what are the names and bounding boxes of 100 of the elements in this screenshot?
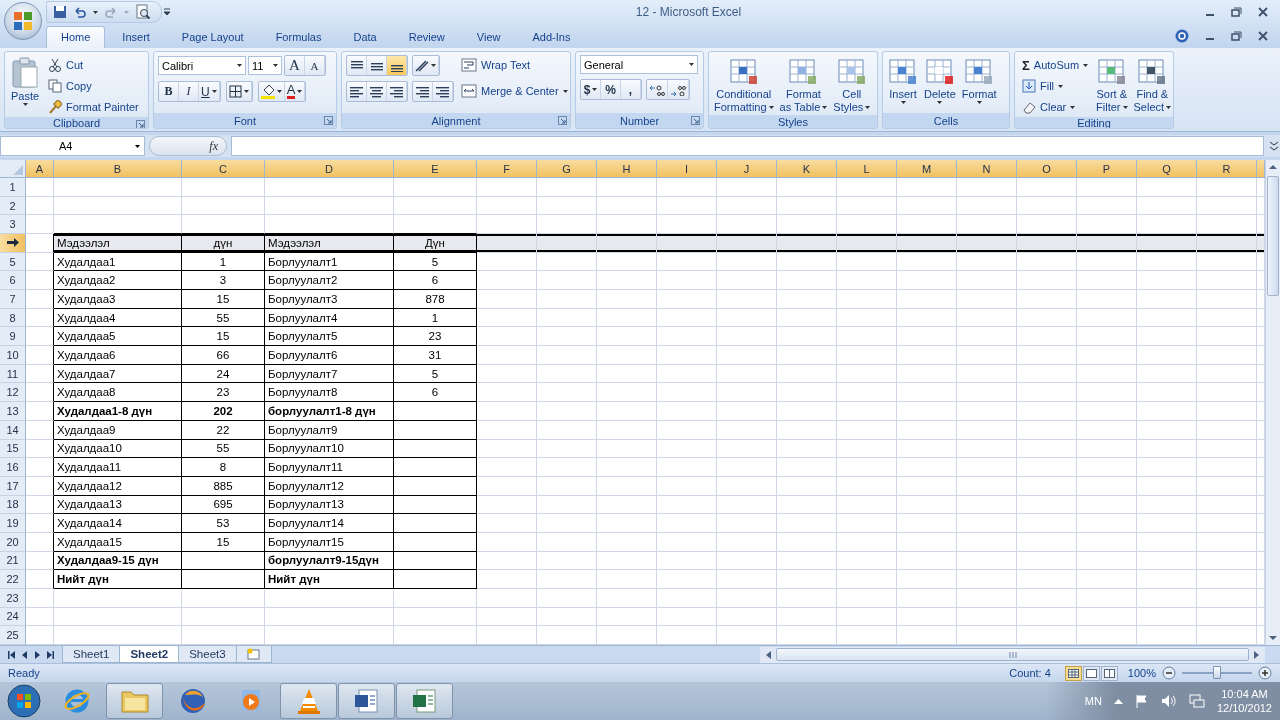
column-header[interactable]: G — [537, 160, 597, 178]
print-preview-icon[interactable] — [135, 4, 151, 20]
ribbon-tab[interactable]: Review — [393, 26, 460, 48]
row-header[interactable]: 19 — [0, 514, 26, 533]
sheet-tab[interactable]: Sheet3 — [178, 646, 237, 663]
customize-toolbar-icon[interactable] — [162, 8, 172, 16]
close-icon[interactable] — [1258, 31, 1268, 41]
zoom-in-icon[interactable] — [1258, 666, 1272, 680]
row-header[interactable]: 9 — [0, 327, 26, 347]
horizontal-scrollbar[interactable] — [760, 646, 1265, 663]
zoom-level[interactable]: 100% — [1127, 667, 1156, 679]
ribbon-tab[interactable]: View — [461, 26, 516, 48]
paste-button[interactable]: Paste — [9, 55, 41, 117]
row-header[interactable]: 3 — [0, 215, 26, 235]
copy-button[interactable]: Copy — [45, 76, 142, 96]
ribbon-tab[interactable]: Add-Ins — [517, 26, 586, 48]
view-button[interactable] — [1064, 665, 1082, 681]
taskbar-app-button[interactable] — [280, 683, 337, 719]
row-header[interactable]: 6 — [0, 271, 26, 291]
underline-button[interactable]: U — [199, 82, 220, 101]
fill-button[interactable]: Fill — [1019, 76, 1092, 96]
percent-button[interactable]: % — [601, 80, 621, 99]
formula-input[interactable] — [231, 136, 1264, 156]
restore-icon[interactable] — [1231, 7, 1242, 17]
taskbar-app-button[interactable] — [338, 683, 395, 719]
fill-color-button[interactable] — [258, 82, 285, 101]
restore-icon[interactable] — [1231, 31, 1242, 41]
column-header[interactable]: O — [1017, 160, 1077, 178]
row-header[interactable]: 22 — [0, 570, 26, 589]
row-header[interactable]: 1 — [0, 178, 26, 197]
column-header[interactable]: I — [657, 160, 717, 178]
ribbon-tab[interactable]: Data — [338, 26, 392, 48]
column-header[interactable]: E — [394, 160, 477, 178]
undo-icon[interactable] — [73, 5, 87, 19]
autosum-button[interactable]: Σ AutoSum — [1019, 55, 1092, 75]
row-header[interactable]: 12 — [0, 383, 26, 403]
italic-button[interactable]: I — [179, 82, 199, 101]
format-button[interactable]: Format — [960, 55, 998, 113]
merge-center-button[interactable]: Merge & Center — [458, 81, 570, 101]
ribbon-tab[interactable]: Page Layout — [166, 26, 259, 48]
help-icon[interactable] — [1175, 29, 1189, 43]
taskbar-app-button[interactable] — [396, 683, 453, 719]
row-header[interactable]: 16 — [0, 458, 26, 477]
ribbon-tab[interactable]: Home — [46, 26, 106, 48]
bold-button[interactable]: B — [159, 82, 179, 101]
scroll-thumb[interactable] — [776, 648, 1249, 661]
zoom-slider-thumb[interactable] — [1213, 666, 1221, 679]
column-header[interactable]: D — [265, 160, 394, 178]
shrink-font-button[interactable]: A — [305, 56, 325, 75]
ribbon-tab[interactable]: Insert — [107, 26, 165, 48]
column-header[interactable]: P — [1077, 160, 1137, 178]
view-button[interactable] — [1082, 665, 1100, 681]
save-icon[interactable] — [53, 5, 67, 19]
next-sheet-icon[interactable] — [34, 650, 41, 659]
column-header[interactable]: A — [26, 160, 54, 178]
column-header[interactable]: N — [957, 160, 1017, 178]
last-sheet-icon[interactable] — [47, 650, 54, 659]
insert-function-button[interactable]: fx — [149, 136, 227, 156]
dialog-launcher-icon[interactable] — [558, 116, 567, 125]
cell-styles-button[interactable]: Cell Styles — [832, 55, 872, 115]
column-header[interactable]: L — [837, 160, 897, 178]
vertical-scrollbar[interactable] — [1265, 160, 1280, 645]
zoom-out-icon[interactable] — [1162, 666, 1176, 680]
name-box[interactable]: A4 — [0, 136, 145, 156]
column-header[interactable]: R — [1197, 160, 1257, 178]
column-header[interactable]: C — [182, 160, 265, 178]
increase-decimal-button[interactable] — [647, 80, 668, 99]
prev-sheet-icon[interactable] — [21, 650, 28, 659]
flag-icon[interactable] — [1134, 694, 1149, 708]
column-header[interactable]: F — [477, 160, 537, 178]
wrap-text-button[interactable]: Wrap Text — [458, 55, 570, 75]
column-header[interactable]: M — [897, 160, 957, 178]
decrease-decimal-button[interactable] — [668, 80, 689, 99]
column-header[interactable]: K — [777, 160, 837, 178]
column-header[interactable]: B — [54, 160, 182, 178]
borders-button[interactable] — [226, 82, 252, 101]
row-header[interactable]: 7 — [0, 290, 26, 309]
cut-button[interactable]: Cut — [45, 55, 142, 75]
row-header[interactable] — [0, 234, 26, 253]
dialog-launcher-icon[interactable] — [691, 116, 700, 125]
view-button[interactable] — [1100, 665, 1118, 681]
align-left-button[interactable] — [347, 82, 367, 101]
network-icon[interactable] — [1188, 694, 1205, 708]
sheet-tab[interactable]: Sheet2 — [119, 646, 180, 663]
font-size-field[interactable]: 11 — [248, 56, 282, 75]
close-icon[interactable] — [1258, 7, 1268, 17]
row-header[interactable]: 10 — [0, 346, 26, 365]
column-header[interactable]: J — [717, 160, 777, 178]
dialog-launcher-icon[interactable] — [324, 116, 333, 125]
align-bottom-button[interactable] — [387, 56, 407, 75]
clear-button[interactable]: Clear — [1019, 97, 1092, 117]
align-center-button[interactable] — [367, 82, 387, 101]
insert-button[interactable]: Insert — [887, 55, 919, 113]
format-painter-button[interactable]: Format Painter — [45, 97, 142, 117]
row-header[interactable]: 13 — [0, 402, 26, 421]
find-select-button[interactable]: Find & Select — [1132, 55, 1173, 117]
increase-indent-button[interactable] — [433, 82, 453, 101]
sort-filter-button[interactable]: Sort & Filter — [1095, 55, 1129, 117]
show-hidden-icons-icon[interactable] — [1113, 698, 1123, 704]
comma-style-button[interactable]: , — [621, 80, 641, 99]
